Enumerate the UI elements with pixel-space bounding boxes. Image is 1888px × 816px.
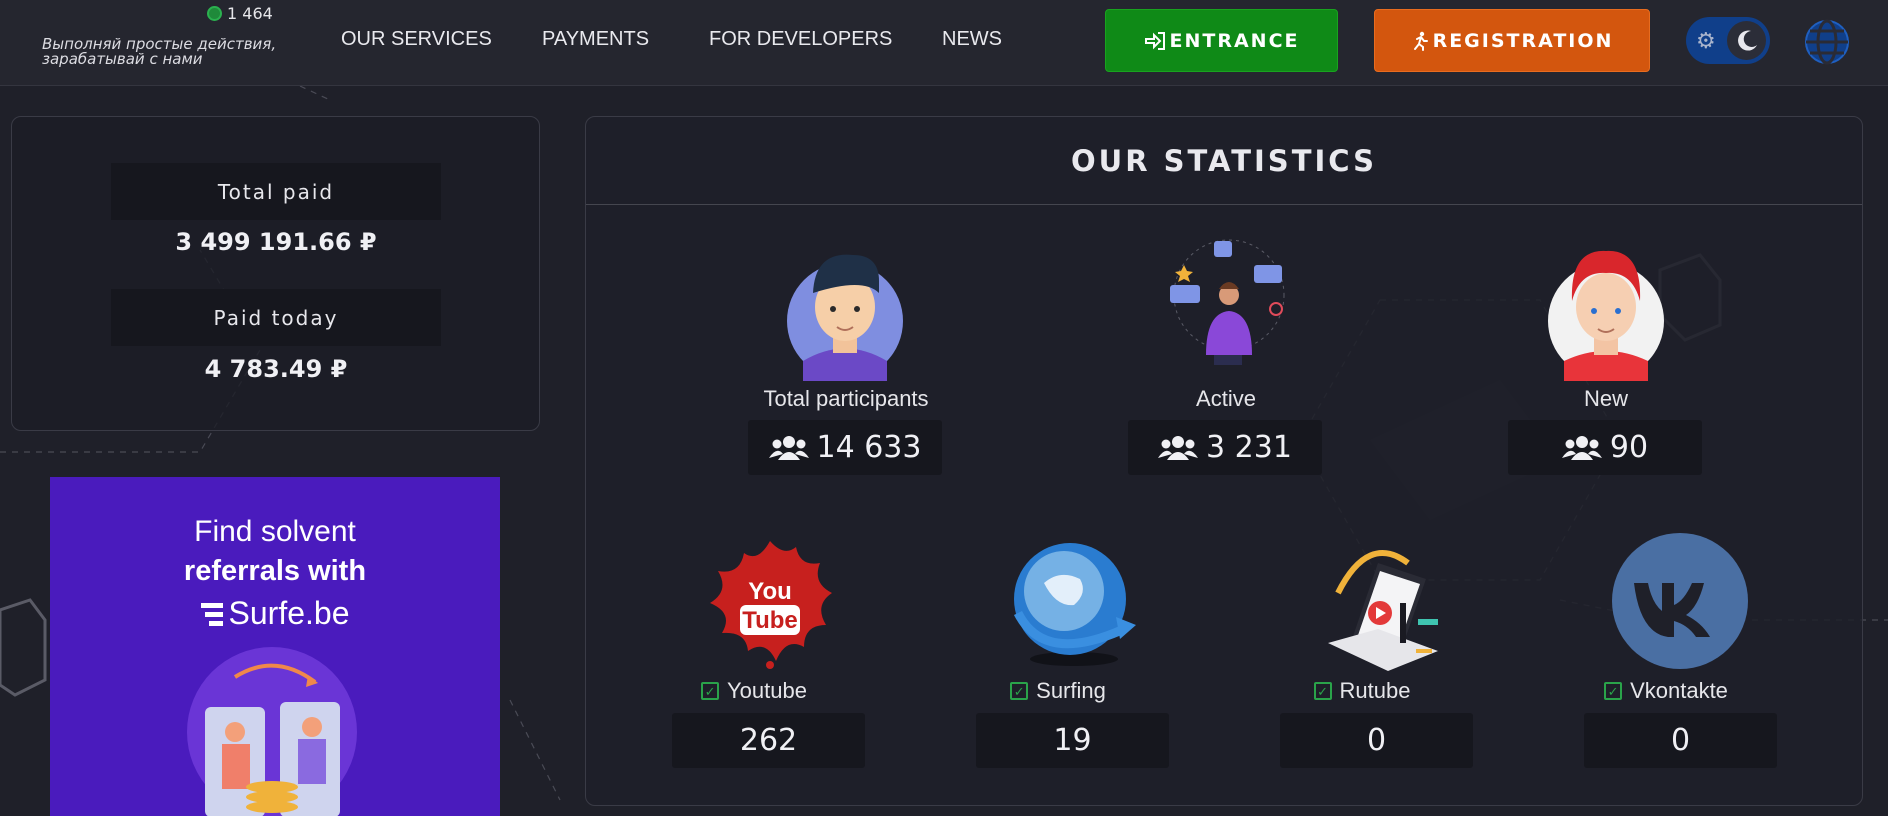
vk-icon (1612, 533, 1748, 669)
new-value: 90 (1609, 430, 1649, 465)
redhead-avatar-icon (1548, 250, 1664, 381)
check-icon: ✓ (701, 682, 720, 700)
youtube-service: ✓ Youtube (644, 678, 864, 704)
rutube-service: ✓ Rutube (1252, 678, 1472, 704)
referral-illustration (187, 647, 357, 816)
site-tagline: Выполняй простые действия, зарабатывай с… (42, 35, 277, 68)
users-icon (768, 435, 809, 460)
rutube-icon (1328, 550, 1438, 671)
top-header: 1 464 Выполняй простые действия, зарабат… (0, 0, 1888, 86)
nav-payments[interactable]: PAYMENTS (542, 28, 649, 51)
ad-brand: Surfe.be (50, 595, 500, 632)
vkontakte-count: 0 (1584, 713, 1777, 768)
total-paid-label: Total paid (111, 163, 441, 220)
globe-arrow-icon (1013, 543, 1136, 666)
svg-text:Tube: Tube (742, 607, 798, 634)
registration-label: REGISTRATION (1432, 29, 1614, 52)
entrance-label: ENTRANCE (1169, 29, 1300, 52)
surfe-logo-icon (200, 602, 223, 626)
entrance-button[interactable]: ENTRANCE (1105, 9, 1338, 72)
total-paid-value: 3 499 191.66 ₽ (175, 228, 377, 256)
active-value: 3 231 (1206, 430, 1292, 465)
online-indicator-icon (207, 6, 222, 21)
new-label: New (1583, 386, 1628, 411)
svg-text:You: You (748, 578, 792, 605)
check-icon: ✓ (1010, 682, 1029, 700)
nav-news[interactable]: NEWS (942, 28, 1002, 51)
surfe-ad-banner[interactable]: Find solvent referrals with Surfe.be (50, 477, 500, 816)
nav-for-developers[interactable]: FOR DEVELOPERS (709, 28, 892, 51)
total-participants-value: 14 633 (816, 430, 922, 465)
surfing-count: 19 (976, 713, 1169, 768)
male-avatar-icon (787, 254, 903, 381)
new-count: 90 (1508, 420, 1702, 475)
users-icon (1561, 435, 1602, 460)
online-count: 1 464 (227, 4, 273, 23)
statistics-title: OUR STATISTICS (586, 117, 1862, 205)
total-participants-label: Total participants (763, 386, 929, 411)
nav-our-services[interactable]: OUR SERVICES (341, 28, 492, 51)
youtube-label: Youtube (727, 678, 807, 703)
youtube-count: 262 (672, 713, 865, 768)
paid-today-value: 4 783.49 ₽ (204, 355, 348, 383)
running-person-icon (1413, 31, 1428, 51)
vkontakte-label: Vkontakte (1630, 678, 1728, 703)
ad-brand-name: Surfe.be (228, 595, 350, 631)
paid-today-label: Paid today (111, 289, 441, 346)
check-icon: ✓ (1604, 682, 1623, 700)
sun-icon: ⚙ (1696, 29, 1716, 54)
active-count: 3 231 (1128, 420, 1322, 475)
vkontakte-service: ✓ Vkontakte (1556, 678, 1776, 704)
payouts-panel: Total paid 3 499 191.66 ₽ Paid today 4 7… (11, 116, 540, 431)
active-person-icon (1170, 239, 1285, 365)
active-label: Active (1196, 386, 1256, 411)
ad-line-1: Find solvent (194, 515, 356, 548)
language-globe-icon[interactable] (1804, 19, 1850, 65)
statistics-panel: OUR STATISTICS Total participants 14 633… (585, 116, 1863, 806)
theme-toggle[interactable]: ⚙ (1686, 17, 1770, 64)
users-icon (1158, 435, 1199, 460)
sign-in-icon (1144, 31, 1165, 50)
ad-line-2: referrals with (183, 555, 367, 587)
registration-button[interactable]: REGISTRATION (1374, 9, 1650, 72)
online-counter: 1 464 (207, 4, 273, 23)
youtube-icon: You Tube (710, 541, 832, 669)
rutube-count: 0 (1280, 713, 1473, 768)
check-icon: ✓ (1313, 682, 1332, 700)
total-participants-count: 14 633 (748, 420, 942, 475)
rutube-label: Rutube (1339, 678, 1411, 703)
surfing-service: ✓ Surfing (948, 678, 1168, 704)
moon-icon (1727, 21, 1766, 60)
surfing-label: Surfing (1036, 678, 1106, 703)
